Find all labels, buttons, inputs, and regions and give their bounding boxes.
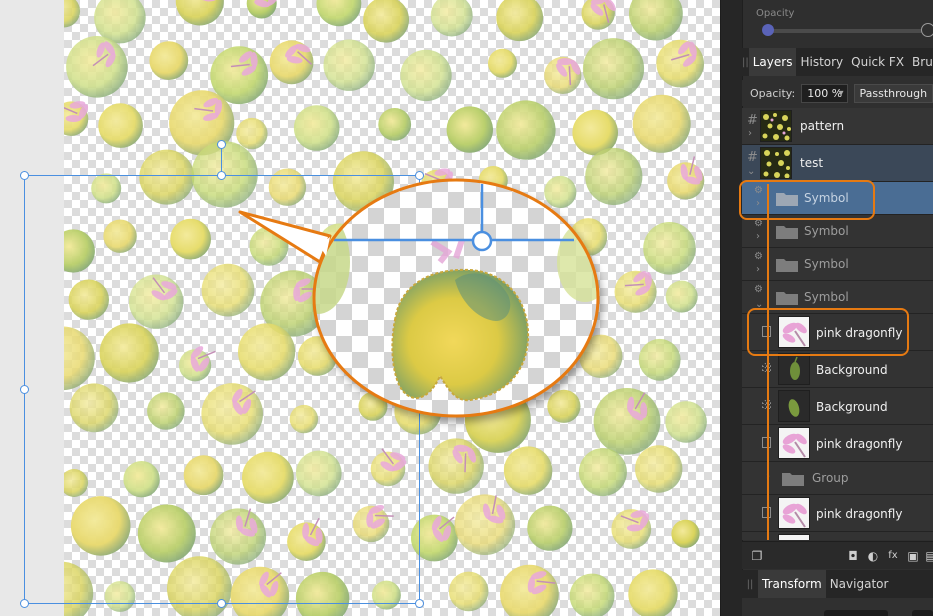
layer-name: Symbol	[804, 224, 849, 238]
layer-name: pink dragonfly	[816, 437, 903, 451]
symbol-link-icon: ⚙	[754, 284, 763, 295]
folder-icon	[782, 473, 804, 486]
layer-name: Background	[816, 400, 888, 414]
top-tabbar: || Layers History Quick FX Brushes	[742, 48, 933, 76]
panel-grip-icon[interactable]: ||	[742, 579, 758, 590]
magnifier-callout	[238, 178, 600, 418]
layer-row-group[interactable]: › Group	[742, 462, 933, 495]
folder-icon	[776, 259, 798, 272]
pattern-icon: #	[747, 113, 758, 128]
highlight-dragonfly-layer	[747, 308, 909, 356]
layer-row-background-1[interactable]: Background	[742, 351, 933, 388]
adjustment-icon[interactable]: ◐	[866, 549, 880, 563]
layer-name: Group	[812, 471, 849, 485]
panel-grip-icon[interactable]: ||	[742, 57, 749, 68]
layer-row-pattern[interactable]: # › pattern	[742, 108, 933, 145]
layers-bottom-toolbar: ❐ ◘ ◐ fx ▣ ▤	[742, 541, 933, 569]
expand-chevron-icon[interactable]: ›	[756, 231, 760, 242]
layer-thumbnail	[760, 147, 792, 179]
expand-chevron-icon[interactable]: ›	[756, 264, 760, 275]
opacity-label: Opacity	[756, 8, 795, 19]
collapse-chevron-icon[interactable]: ⌄	[747, 166, 755, 177]
layer-thumbnail	[778, 353, 810, 385]
blend-mode-select[interactable]: Passthrough	[853, 83, 933, 103]
layer-options-row: Opacity: 100 % Passthrough	[742, 80, 933, 106]
fx-icon[interactable]: fx	[886, 549, 900, 563]
layer-name: test	[800, 156, 824, 170]
layer-name: pattern	[800, 119, 845, 133]
folder-icon	[776, 292, 798, 305]
tab-layers[interactable]: Layers	[748, 48, 797, 76]
transform-field[interactable]	[824, 610, 888, 616]
layer-thumbnail	[778, 390, 810, 422]
canvas-area[interactable]	[0, 0, 720, 616]
layer-stack-icon[interactable]: ❐	[750, 549, 764, 563]
hierarchy-guide-line	[767, 184, 769, 540]
live-filter-icon[interactable]: ▣	[906, 549, 920, 563]
layer-opacity-label: Opacity:	[750, 86, 796, 100]
color-knob[interactable]	[762, 24, 774, 36]
tab-history[interactable]: History	[796, 48, 847, 76]
layer-name: Symbol	[804, 257, 849, 271]
transform-field[interactable]	[912, 610, 933, 616]
opacity-knob[interactable]	[921, 23, 933, 37]
layer-row-pink-dragonfly-2[interactable]: pink dragonfly	[742, 425, 933, 462]
tab-transform[interactable]: Transform	[758, 570, 826, 598]
layer-thumbnail	[760, 110, 792, 142]
pattern-icon: #	[747, 150, 758, 165]
opacity-track[interactable]	[768, 29, 933, 33]
layer-opacity-select[interactable]: 100 %	[801, 83, 848, 103]
layer-row-background-2[interactable]: Background	[742, 388, 933, 425]
bottom-tabbar: || Transform Navigator	[742, 570, 933, 598]
tab-brushes[interactable]: Brushes	[908, 48, 933, 76]
layer-name: Symbol	[804, 290, 849, 304]
layer-thumbnail	[778, 497, 810, 529]
panel-side-strip	[721, 0, 743, 616]
layer-row-symbol-3[interactable]: ⚙ › Symbol	[742, 248, 933, 281]
mask-icon[interactable]: ◘	[846, 549, 860, 563]
tab-navigator[interactable]: Navigator	[826, 570, 893, 598]
highlight-symbol-layer	[739, 180, 875, 220]
layer-row-test[interactable]: # ⌄ test	[742, 145, 933, 182]
layer-thumbnail	[778, 534, 810, 540]
transform-panel	[742, 598, 933, 616]
symbol-link-icon: ⚙	[754, 251, 763, 262]
layer-row-pink-dragonfly-3[interactable]: pink dragonfly	[742, 495, 933, 532]
layer-name: pink dragonfly	[816, 507, 903, 521]
folder-icon	[776, 226, 798, 239]
layer-row-partial[interactable]	[742, 532, 933, 540]
tab-quick-fx[interactable]: Quick FX	[847, 48, 908, 76]
opacity-slider-group: Opacity	[756, 0, 933, 46]
layer-thumbnail	[778, 427, 810, 459]
expand-chevron-icon[interactable]: ›	[748, 128, 752, 139]
pixel-layer-icon[interactable]: ▤	[924, 549, 933, 563]
layer-name: Background	[816, 363, 888, 377]
